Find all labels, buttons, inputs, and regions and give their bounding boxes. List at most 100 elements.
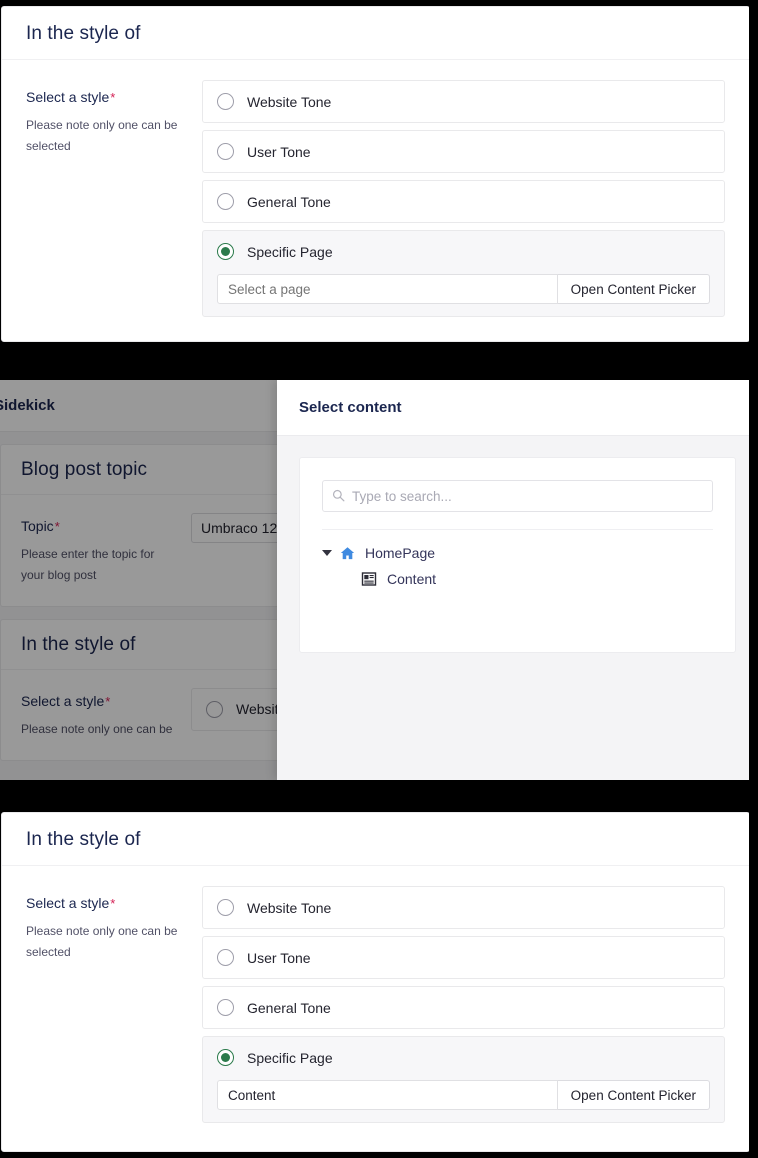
property-label-text: Select a style [26, 89, 110, 105]
search-input[interactable] [350, 481, 704, 511]
panel-header: Blog post topic [1, 445, 277, 495]
property-field-column: Website Tone User Tone General Tone Spec… [202, 80, 725, 324]
radio-option-general-tone[interactable]: General Tone [202, 986, 725, 1029]
required-indicator: * [105, 693, 111, 709]
modal-body: HomePage [277, 436, 758, 674]
property-label-column: Topic* Please enter the topic for your b… [21, 513, 191, 586]
panel-body: Select a style* Please note only one can… [2, 60, 749, 346]
property-field-column: Website Tone User Tone General Tone Spec… [202, 886, 725, 1130]
open-content-picker-button[interactable]: Open Content Picker [557, 274, 710, 304]
property-description: Please enter the topic for your blog pos… [21, 546, 155, 582]
radio-option-general-tone[interactable]: General Tone [202, 180, 725, 223]
radio-line: Specific Page [217, 243, 710, 260]
radio-option-user-tone[interactable]: User Tone [202, 936, 725, 979]
page-picker-row: Open Content Picker [217, 1080, 710, 1110]
property-description: Please note only one can be selected [26, 117, 178, 153]
property-label-column: Select a style* Please note only one can… [26, 80, 202, 324]
required-indicator: * [54, 519, 60, 534]
select-content-modal: Select content Type to search... HomePag… [277, 380, 758, 780]
panel-header: In the style of [2, 7, 749, 60]
topic-input[interactable] [191, 513, 277, 543]
style-panel-bottom: In the style of Select a style* Please n… [1, 812, 750, 1152]
right-black-margin [749, 0, 758, 1158]
radio-icon-selected[interactable] [217, 1049, 234, 1066]
property-label-text: Select a style [21, 692, 105, 709]
tree-node-content[interactable]: Content [322, 566, 713, 592]
page-picker-input[interactable] [217, 274, 558, 304]
radio-option-website-tone[interactable]: Websit [191, 687, 277, 731]
panel-title: Blog post topic [21, 459, 148, 480]
radio-icon[interactable] [217, 143, 234, 160]
radio-icon[interactable] [217, 193, 234, 210]
property-field-column [191, 513, 277, 586]
radio-icon[interactable] [217, 949, 234, 966]
radio-option-label: General Tone [247, 999, 331, 1016]
radio-option-label: Specific Page [247, 243, 333, 260]
radio-option-label: User Tone [247, 949, 311, 966]
chevron-down-icon[interactable] [322, 550, 332, 556]
property-description: Please note only one can be selected [26, 923, 178, 959]
page-picker-input[interactable] [217, 1080, 558, 1110]
app-title: Sidekick [0, 397, 55, 414]
search-icon [332, 489, 345, 502]
radio-option-label: Website Tone [247, 93, 332, 110]
radio-option-website-tone[interactable]: Website Tone [202, 80, 725, 123]
app-content-scroll: Blog post topic Topic* Please enter the … [0, 432, 277, 761]
property-label-column: Select a style* Please note only one can… [26, 886, 202, 1130]
page-picker-row: Open Content Picker [217, 274, 710, 304]
content-picker-screenshot: Sidekick Blog post topic Topic* Please e… [0, 380, 758, 780]
document-icon [360, 570, 378, 588]
modal-card: HomePage [299, 457, 736, 653]
radio-option-label: General Tone [247, 193, 331, 210]
radio-option-label: Website Tone [247, 899, 332, 916]
property-label-text: Topic [21, 518, 54, 534]
blog-post-topic-panel: Blog post topic Topic* Please enter the … [0, 444, 277, 607]
screenshot-root: In the style of Select a style* Please n… [0, 0, 758, 1158]
page-title: In the style of [26, 23, 141, 44]
property-label: Topic* [21, 517, 175, 536]
panel-header: In the style of [2, 813, 749, 866]
radio-option-user-tone[interactable]: User Tone [202, 130, 725, 173]
style-panel-background: In the style of Select a style* Please n… [0, 618, 277, 761]
panel-body: Select a style* Please note only one can… [1, 670, 277, 760]
radio-icon[interactable] [217, 999, 234, 1016]
home-icon [338, 544, 356, 562]
panel-body: Select a style* Please note only one can… [2, 866, 749, 1152]
required-indicator: * [110, 90, 116, 105]
tree-divider [322, 529, 713, 530]
radio-option-specific-page[interactable]: Specific Page Open Content Picker [202, 1036, 725, 1123]
separator-band-2 [0, 780, 758, 808]
radio-icon[interactable] [217, 93, 234, 110]
tree-node-homepage[interactable]: HomePage [322, 540, 713, 566]
tree-node-label: HomePage [365, 545, 436, 561]
style-panel-top: In the style of Select a style* Please n… [1, 6, 750, 342]
radio-option-website-tone[interactable]: Website Tone [202, 886, 725, 929]
required-indicator: * [110, 896, 116, 911]
property-description: Please note only one can be [21, 721, 173, 736]
radio-icon[interactable] [217, 899, 234, 916]
property-label: Select a style* [26, 88, 186, 107]
radio-option-label: User Tone [247, 143, 311, 160]
panel-body: Topic* Please enter the topic for your b… [1, 495, 277, 606]
radio-icon[interactable] [206, 700, 223, 718]
property-field-column: Websit [191, 687, 277, 740]
radio-icon-selected[interactable] [217, 243, 234, 260]
open-content-picker-button[interactable]: Open Content Picker [557, 1080, 710, 1110]
property-label: Select a style* [26, 894, 186, 913]
separator-band-1 [0, 348, 758, 380]
radio-option-label: Specific Page [247, 1049, 333, 1066]
app-topbar: Sidekick [0, 380, 277, 432]
background-app: Sidekick Blog post topic Topic* Please e… [0, 380, 277, 780]
radio-option-specific-page[interactable]: Specific Page Open Content Picker [202, 230, 725, 317]
search-box[interactable] [322, 480, 713, 512]
property-label-column: Select a style* Please note only one can… [21, 688, 191, 740]
property-label-text: Select a style [26, 895, 110, 911]
modal-header: Select content [277, 380, 758, 436]
tree-node-label: Content [387, 571, 437, 587]
panel-header: In the style of [1, 620, 277, 670]
page-title: In the style of [26, 829, 141, 850]
radio-line: Specific Page [217, 1049, 710, 1066]
property-label: Select a style* [21, 692, 175, 711]
radio-option-label: Websit [236, 701, 277, 718]
modal-title: Select content [299, 399, 402, 416]
